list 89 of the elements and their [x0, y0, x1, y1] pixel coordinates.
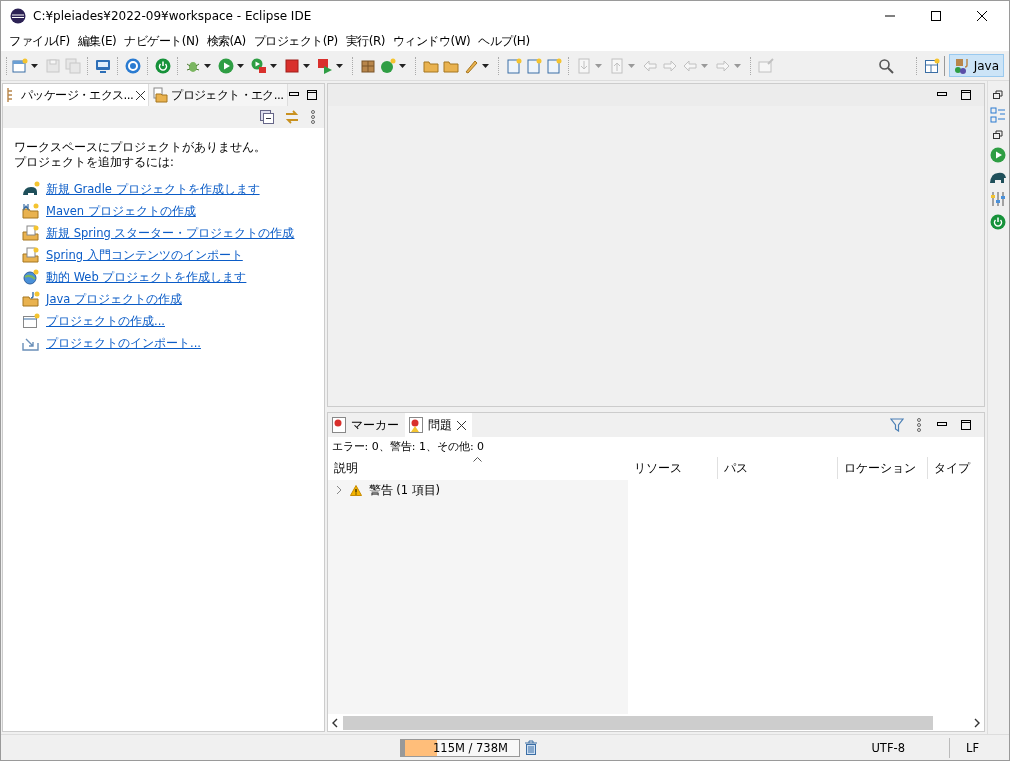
link[interactable]: 新規 Spring スターター・プロジェクトの作成: [46, 225, 295, 241]
file-icon[interactable]: [546, 57, 562, 74]
restore-icon[interactable]: [993, 130, 1004, 140]
menu-item[interactable]: ナビゲート(N): [120, 32, 203, 50]
package-icon[interactable]: [360, 57, 376, 74]
search-icon[interactable]: [877, 57, 894, 74]
scrollbar-thumb[interactable]: [342, 715, 933, 730]
dropdown-caret-icon[interactable]: [31, 63, 38, 68]
scroll-left-icon[interactable]: [331, 717, 338, 728]
spring-icon: [22, 225, 40, 241]
web-icon: [22, 269, 40, 285]
window-title: C:¥pleiades¥2022-09¥workspace - Eclipse IDE: [33, 9, 312, 23]
column-header[interactable]: タイプ: [927, 457, 984, 479]
maximize-icon[interactable]: [959, 89, 972, 101]
power-icon[interactable]: [990, 214, 1007, 230]
menu-item[interactable]: ウィンドウ(W): [388, 32, 475, 50]
view-tab[interactable]: マーカー: [327, 413, 405, 437]
scroll-right-icon[interactable]: [973, 717, 980, 728]
dropdown-caret-icon[interactable]: [482, 63, 489, 68]
more-options-icon[interactable]: [309, 110, 316, 124]
link[interactable]: Spring 入門コンテンツのインポート: [46, 247, 243, 263]
file-icon[interactable]: [526, 57, 542, 74]
maximize-window-icon[interactable]: [931, 11, 941, 21]
java-icon: [22, 291, 40, 307]
heap-reading: 115M / 738M: [433, 740, 508, 755]
column-header[interactable]: ロケーション: [837, 457, 928, 479]
empty-workspace-message: ワークスペースにプロジェクトがありません。: [14, 140, 267, 155]
dropdown-caret-icon[interactable]: [237, 63, 244, 68]
gear-icon[interactable]: [125, 57, 141, 74]
menu-item[interactable]: 編集(E): [73, 32, 121, 50]
trash-icon[interactable]: [524, 739, 538, 756]
filter-icon[interactable]: [889, 418, 904, 432]
maven-icon: [22, 203, 40, 219]
view-tab[interactable]: プロジェクト・エク...: [148, 84, 288, 106]
menu-item[interactable]: 検索(A): [202, 32, 250, 50]
dropdown-caret-icon[interactable]: [270, 63, 277, 68]
dropdown-caret-icon[interactable]: [399, 63, 406, 68]
warning-icon: [349, 484, 362, 496]
column-header[interactable]: パス: [717, 457, 838, 479]
spring-icon: [22, 247, 40, 263]
outline-icon[interactable]: [990, 107, 1007, 123]
link[interactable]: 新規 Gradle プロジェクトを作成します: [46, 181, 260, 197]
stop-icon[interactable]: [284, 57, 300, 74]
dropdown-caret-icon[interactable]: [336, 63, 343, 68]
link[interactable]: Maven プロジェクトの作成: [46, 203, 196, 219]
menu-item[interactable]: ヘルプ(H): [474, 32, 534, 50]
close-tab-icon[interactable]: [456, 420, 466, 430]
column-header[interactable]: リソース: [627, 457, 718, 479]
link-arrows-icon[interactable]: [283, 110, 300, 124]
more-options-icon[interactable]: [915, 418, 922, 432]
link[interactable]: プロジェクトのインポート...: [46, 335, 201, 351]
monitor-icon[interactable]: [95, 57, 111, 74]
view-tab[interactable]: 問題: [404, 413, 472, 437]
problems-summary: エラー: 0、警告: 1、その他: 0: [330, 439, 486, 455]
marker-icon: [408, 417, 423, 433]
restore-icon[interactable]: [993, 90, 1004, 100]
open-perspective-icon[interactable]: [923, 57, 940, 74]
play-icon[interactable]: [990, 147, 1007, 163]
marker-icon: [331, 417, 346, 433]
dropdown-caret-icon[interactable]: [204, 63, 211, 68]
empty-workspace-message: プロジェクトを追加するには:: [14, 155, 175, 170]
menu-item[interactable]: ファイル(F): [5, 32, 74, 50]
sliders-icon[interactable]: [990, 191, 1007, 207]
heap-status[interactable]: 115M / 738M: [400, 738, 520, 757]
project-icon: [22, 313, 40, 329]
link[interactable]: Java プロジェクトの作成: [46, 291, 182, 307]
close-icon[interactable]: [977, 11, 987, 21]
chevron-right-icon[interactable]: [334, 485, 343, 495]
java-perspective-button[interactable]: Java: [948, 54, 1004, 77]
tree-item[interactable]: 警告 (1 項目): [368, 482, 441, 498]
menu-item[interactable]: 実行(R): [341, 32, 389, 50]
column-header[interactable]: 説明: [327, 457, 628, 479]
maximize-icon[interactable]: [305, 89, 318, 101]
sort-up-icon: [472, 457, 482, 462]
close-tab-icon[interactable]: [136, 90, 146, 100]
link[interactable]: プロジェクトの作成...: [46, 313, 165, 329]
eclipse-logo-icon: [10, 8, 26, 24]
perspective-icon: [953, 57, 970, 74]
link[interactable]: 動的 Web プロジェクトを作成します: [46, 269, 247, 285]
power-icon[interactable]: [155, 57, 171, 74]
file-icon[interactable]: [506, 57, 522, 74]
maximize-icon[interactable]: [959, 419, 972, 431]
encoding-label: UTF-8: [871, 740, 905, 755]
folder-document-icon: [152, 87, 169, 103]
collapse-all-icon[interactable]: [259, 110, 274, 124]
view-tab[interactable]: パッケージ・エクス...: [3, 84, 149, 106]
dropdown-caret-icon[interactable]: [303, 63, 310, 68]
menu-item[interactable]: プロジェクト(P): [249, 32, 342, 50]
line-delimiter-label: LF: [965, 740, 979, 755]
